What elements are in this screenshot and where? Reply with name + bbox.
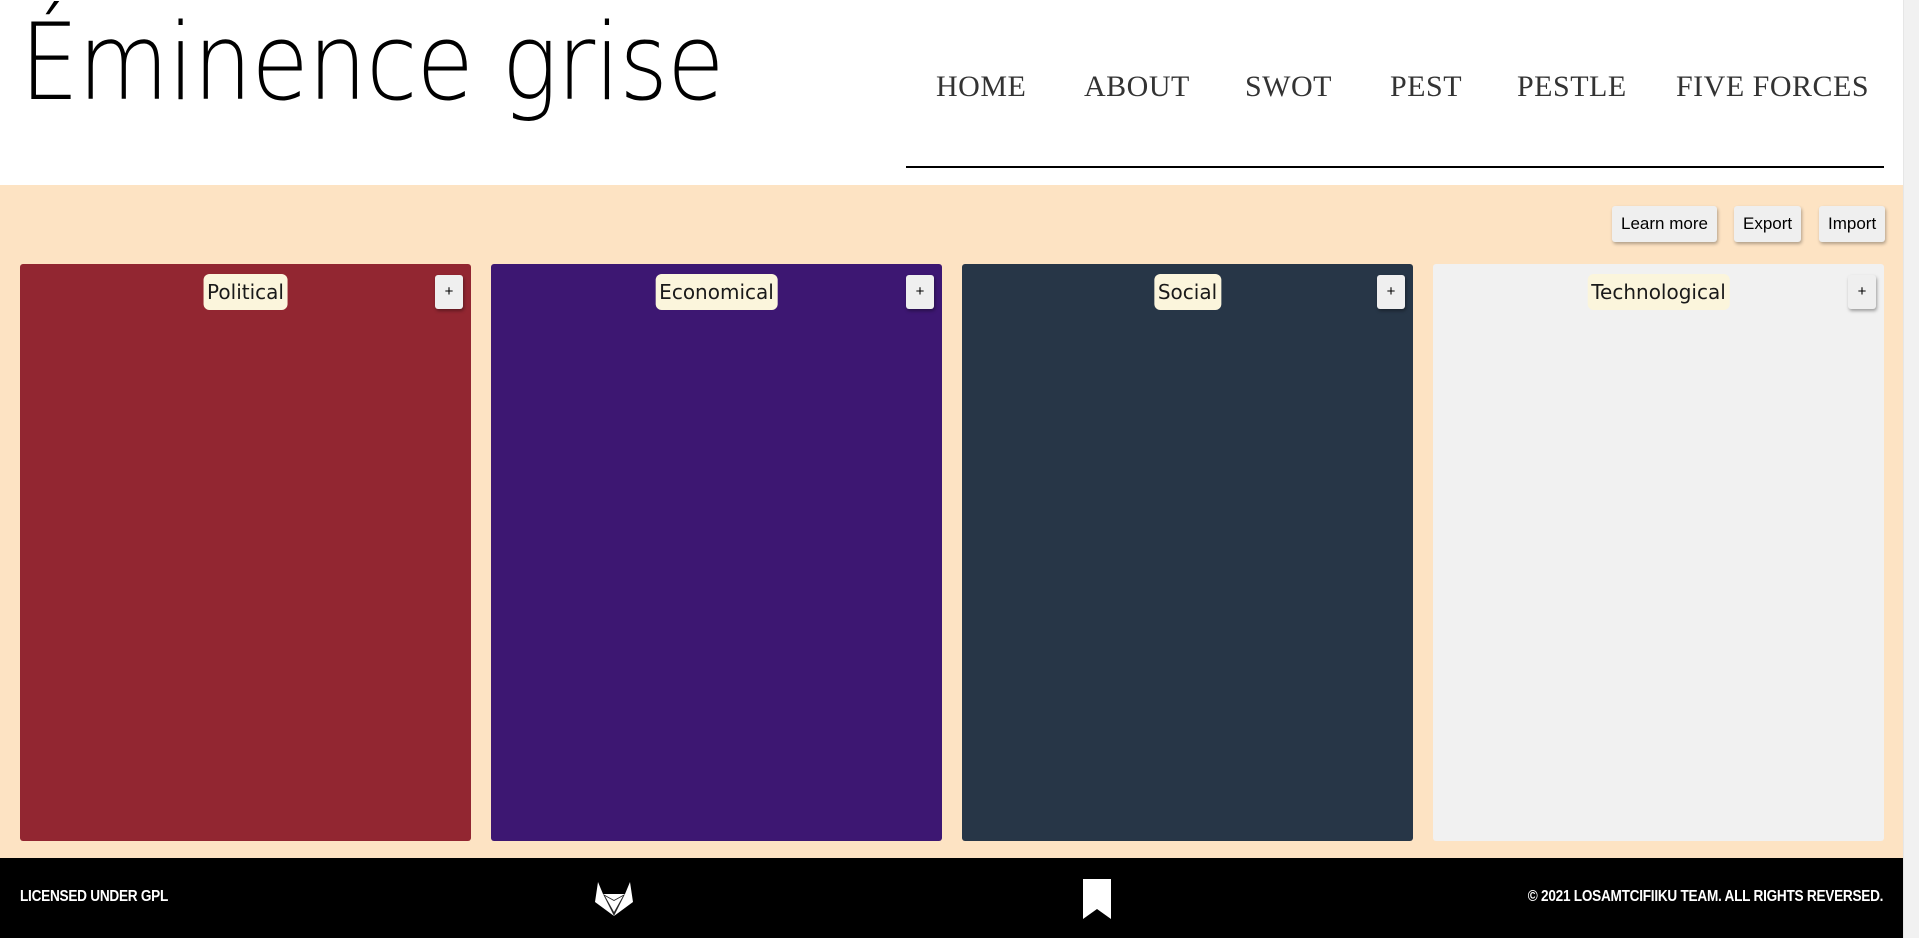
- panel-economical-add-button[interactable]: +: [906, 275, 934, 309]
- nav-five-forces[interactable]: FIVE FORCES: [1676, 70, 1869, 104]
- nav-home[interactable]: HOME: [936, 70, 1026, 104]
- main-nav: HOME ABOUT SWOT PEST PESTLE FIVE FORCES: [906, 60, 1884, 168]
- nav-pestle[interactable]: PESTLE: [1517, 70, 1627, 104]
- panel-social: Social +: [962, 264, 1413, 841]
- panel-political: Political +: [20, 264, 471, 841]
- panel-technological: Technological +: [1433, 264, 1884, 841]
- scrollbar[interactable]: [1903, 0, 1919, 938]
- bookmark-icon[interactable]: [1081, 878, 1113, 925]
- nav-pest[interactable]: PEST: [1390, 70, 1462, 104]
- copyright-text: © 2021 LOSAMTCIFIIKU TEAM. ALL RIGHTS RE…: [1527, 888, 1884, 905]
- panel-political-label: Political: [203, 274, 288, 310]
- export-button[interactable]: Export: [1734, 206, 1802, 242]
- footer: LICENSED UNDER GPL © 2021 LOSAMTCIFIIKU …: [0, 858, 1903, 938]
- nav-swot[interactable]: SWOT: [1245, 70, 1332, 104]
- nav-about[interactable]: ABOUT: [1084, 70, 1190, 104]
- site-title[interactable]: Éminence grise: [20, 10, 724, 116]
- panel-technological-add-button[interactable]: +: [1848, 275, 1876, 309]
- panel-political-add-button[interactable]: +: [435, 275, 463, 309]
- panel-social-add-button[interactable]: +: [1377, 275, 1405, 309]
- gitlab-icon[interactable]: [592, 878, 636, 923]
- panel-social-label: Social: [1153, 274, 1222, 310]
- pest-board: Learn more Export Import Political + Eco…: [0, 185, 1903, 858]
- page: Éminence grise HOME ABOUT SWOT PEST PEST…: [0, 0, 1903, 938]
- panel-economical-label: Economical: [655, 274, 778, 310]
- header: Éminence grise HOME ABOUT SWOT PEST PEST…: [0, 0, 1903, 185]
- import-button[interactable]: Import: [1819, 206, 1886, 242]
- license-text: LICENSED UNDER GPL: [20, 888, 169, 905]
- panel-economical: Economical +: [491, 264, 942, 841]
- learn-more-button[interactable]: Learn more: [1612, 206, 1717, 242]
- panel-technological-label: Technological: [1587, 274, 1730, 310]
